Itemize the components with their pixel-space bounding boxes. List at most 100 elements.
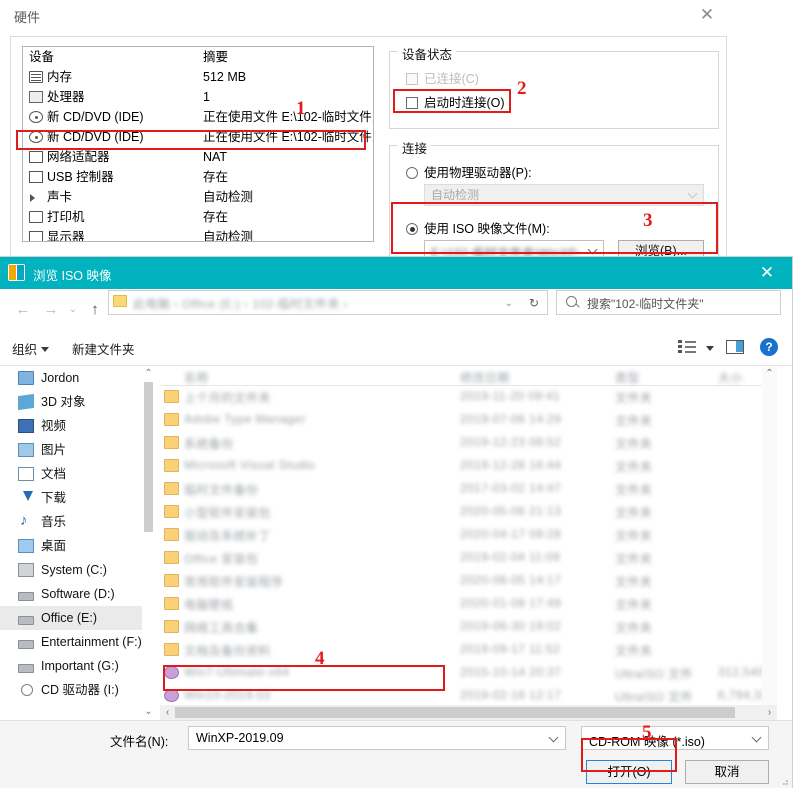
scroll-up-icon[interactable]: ⌃ <box>142 366 155 382</box>
close-icon[interactable]: ✕ <box>750 260 784 286</box>
list-item[interactable]: 上个月的文件夹 2019-11-20 09:41 文件夹 <box>160 386 777 409</box>
arrow-up-icon[interactable]: ↑ <box>84 299 106 321</box>
file-date: 2020-04-17 09:28 <box>460 527 562 541</box>
filename-input[interactable]: WinXP-2019.09 <box>188 726 566 750</box>
scroll-left-icon[interactable]: ‹ <box>160 705 175 720</box>
scroll-down-icon[interactable]: ⌄ <box>142 704 155 720</box>
device-table[interactable]: 设备 摘要 内存 512 MB 处理器 1 新 CD/DVD (IDE) 正在使… <box>22 46 374 242</box>
sidebar-item-software-d[interactable]: Software (D:) <box>0 582 155 606</box>
3d-objects-icon <box>18 393 34 411</box>
list-item[interactable]: 常用软件安装程序 2020-08-05 14:17 文件夹 <box>160 570 777 593</box>
connected-label: 已连接(C) <box>424 72 479 86</box>
help-icon[interactable]: ? <box>760 338 778 356</box>
column-header-name[interactable]: 名称 <box>184 369 454 386</box>
list-item[interactable]: 文档及备份资料 2019-09-17 11:52 文件夹 <box>160 639 777 662</box>
new-folder-button[interactable]: 新建文件夹 <box>72 339 135 358</box>
table-row[interactable]: 网络适配器 NAT <box>23 147 373 167</box>
sidebar-item-music[interactable]: 音乐 <box>0 509 155 534</box>
list-item[interactable]: Office 安装包 2019-02-04 11:09 文件夹 <box>160 547 777 570</box>
sidebar-item-documents[interactable]: 文档 <box>0 462 155 486</box>
table-row[interactable]: 处理器 1 <box>23 87 373 107</box>
column-header-type[interactable]: 类型 <box>615 369 715 386</box>
iso-radio-row[interactable]: 使用 ISO 映像文件(M): <box>406 218 550 237</box>
scrollbar-thumb[interactable] <box>175 707 735 718</box>
file-date: 2019-12-28 16:44 <box>460 458 562 472</box>
cancel-button[interactable]: 取消 <box>685 760 769 784</box>
column-header-date[interactable]: 修改日期 <box>460 369 610 386</box>
file-type: 文件夹 <box>615 529 653 543</box>
file-type: UltraISO 文件 <box>615 667 693 681</box>
chevron-down-icon[interactable]: ⌄ <box>62 299 84 321</box>
breadcrumb[interactable]: 此电脑 › Office (E:) › 102-临时文件夹 › <box>133 295 533 312</box>
list-item[interactable]: 系统备份 2019-12-23 08:52 文件夹 <box>160 432 777 455</box>
resize-grip-icon[interactable] <box>779 776 789 786</box>
connect-at-power-on-checkbox[interactable] <box>406 97 418 109</box>
table-row[interactable]: 新 CD/DVD (IDE) 正在使用文件 E:\102-临时文件... <box>23 107 373 127</box>
iso-radio[interactable] <box>406 223 418 235</box>
sidebar-item-system-c[interactable]: System (C:) <box>0 558 155 582</box>
file-type: 文件夹 <box>615 391 653 405</box>
sidebar-item-pictures[interactable]: 图片 <box>0 438 155 462</box>
close-icon[interactable]: ✕ <box>695 4 719 26</box>
list-item[interactable]: 小型软件安装包 2020-05-06 21:13 文件夹 <box>160 501 777 524</box>
list-item[interactable]: 驱动及系统补丁 2020-04-17 09:28 文件夹 <box>160 524 777 547</box>
preview-pane-icon[interactable] <box>726 340 744 354</box>
file-browser-dialog: 浏览 ISO 映像 ✕ ← → ⌄ ↑ 此电脑 › Office (E:) › … <box>0 256 793 788</box>
column-header-device: 设备 <box>29 50 55 64</box>
file-list[interactable]: 名称 修改日期 类型 大小 上个月的文件夹 2019-11-20 09:41 文件夹… <box>160 366 777 720</box>
file-type: 文件夹 <box>615 414 653 428</box>
table-row[interactable]: 打印机 存在 <box>23 207 373 227</box>
refresh-icon[interactable]: ↻ <box>529 296 539 310</box>
scroll-up-icon[interactable]: ⌃ <box>762 366 777 382</box>
list-item[interactable]: 网络工具合集 2019-06-30 19:02 文件夹 <box>160 616 777 639</box>
file-list-vertical-scrollbar[interactable]: ⌃ ⌄ <box>762 366 777 720</box>
connect-at-power-on-row[interactable]: 启动时连接(O) <box>406 92 505 111</box>
chevron-down-icon[interactable] <box>751 732 762 743</box>
chevron-down-icon[interactable] <box>548 732 559 743</box>
list-item[interactable]: Win7-Ultimate-x64 2015-10-14 20:37 UltraIS… <box>160 662 777 685</box>
sidebar-item-office-e[interactable]: Office (E:) <box>0 606 155 630</box>
list-view-icon[interactable] <box>678 340 696 354</box>
sidebar-item-videos[interactable]: 视频 <box>0 414 155 438</box>
scroll-right-icon[interactable]: › <box>762 705 777 720</box>
sidebar-item-desktop[interactable]: 桌面 <box>0 534 155 558</box>
chevron-down-icon[interactable]: ⌄ <box>505 298 513 309</box>
sidebar-item-entertainment-f[interactable]: Entertainment (F:) <box>0 630 155 654</box>
open-button[interactable]: 打开(O) <box>586 760 672 784</box>
table-row-cd-selected[interactable]: 新 CD/DVD (IDE) 正在使用文件 E:\102-临时文件... <box>23 127 373 147</box>
drive-icon <box>18 592 34 601</box>
arrow-right-icon[interactable]: → <box>40 299 62 321</box>
scrollbar-thumb[interactable] <box>144 382 153 532</box>
screenshot-root: 硬件 ✕ 设备 摘要 内存 512 MB 处理器 1 新 CD/DVD (IDE… <box>0 0 793 788</box>
table-row[interactable]: 内存 512 MB <box>23 67 373 87</box>
sidebar-item-cd-drive-i[interactable]: CD 驱动器 (I:) <box>0 678 155 702</box>
organize-button[interactable]: 组织 <box>12 339 50 358</box>
list-item[interactable]: 电脑壁纸 2020-01-08 17:49 文件夹 <box>160 593 777 616</box>
file-type: 文件夹 <box>615 621 653 635</box>
sidebar-item-important-g[interactable]: Important (G:) <box>0 654 155 678</box>
search-input[interactable]: 搜索"102-临时文件夹" <box>587 295 704 312</box>
sidebar-scrollbar[interactable]: ⌃ ⌄ <box>142 366 155 720</box>
sidebar-item-3d-objects[interactable]: 3D 对象 <box>0 390 155 414</box>
list-item[interactable]: Adobe Type Manager 2019-07-06 14:29 文件夹 <box>160 409 777 432</box>
hardware-dialog: 硬件 ✕ 设备 摘要 内存 512 MB 处理器 1 新 CD/DVD (IDE… <box>0 0 737 300</box>
physical-drive-radio-row[interactable]: 使用物理驱动器(P): <box>406 162 532 181</box>
table-row[interactable]: USB 控制器 存在 <box>23 167 373 187</box>
table-row[interactable]: 显示器 自动检测 <box>23 227 373 241</box>
search-box[interactable]: 搜索"102-临时文件夹" <box>556 290 781 315</box>
pictures-icon <box>18 443 34 457</box>
address-bar[interactable]: 此电脑 › Office (E:) › 102-临时文件夹 › ⌄ ↻ <box>108 290 548 315</box>
filetype-select[interactable]: CD-ROM 映像 (*.iso) <box>581 726 769 750</box>
device-name: USB 控制器 <box>47 170 114 184</box>
arrow-left-icon[interactable]: ← <box>12 299 34 321</box>
file-type: 文件夹 <box>615 552 653 566</box>
table-row[interactable]: 声卡 自动检测 <box>23 187 373 207</box>
physical-drive-radio[interactable] <box>406 167 418 179</box>
chevron-down-icon[interactable] <box>702 342 714 356</box>
sidebar-item-downloads[interactable]: 下载 <box>0 486 155 510</box>
list-item[interactable]: Microsoft Visual Studio 2019-12-28 16:44 文… <box>160 455 777 478</box>
list-item[interactable]: 临时文件备份 2017-03-02 14:47 文件夹 <box>160 478 777 501</box>
file-list-horizontal-scrollbar[interactable]: ‹ › <box>160 705 777 720</box>
sidebar-item-label: Software (D:) <box>41 587 115 601</box>
sidebar-item-jordon[interactable]: Jordon <box>0 366 155 390</box>
